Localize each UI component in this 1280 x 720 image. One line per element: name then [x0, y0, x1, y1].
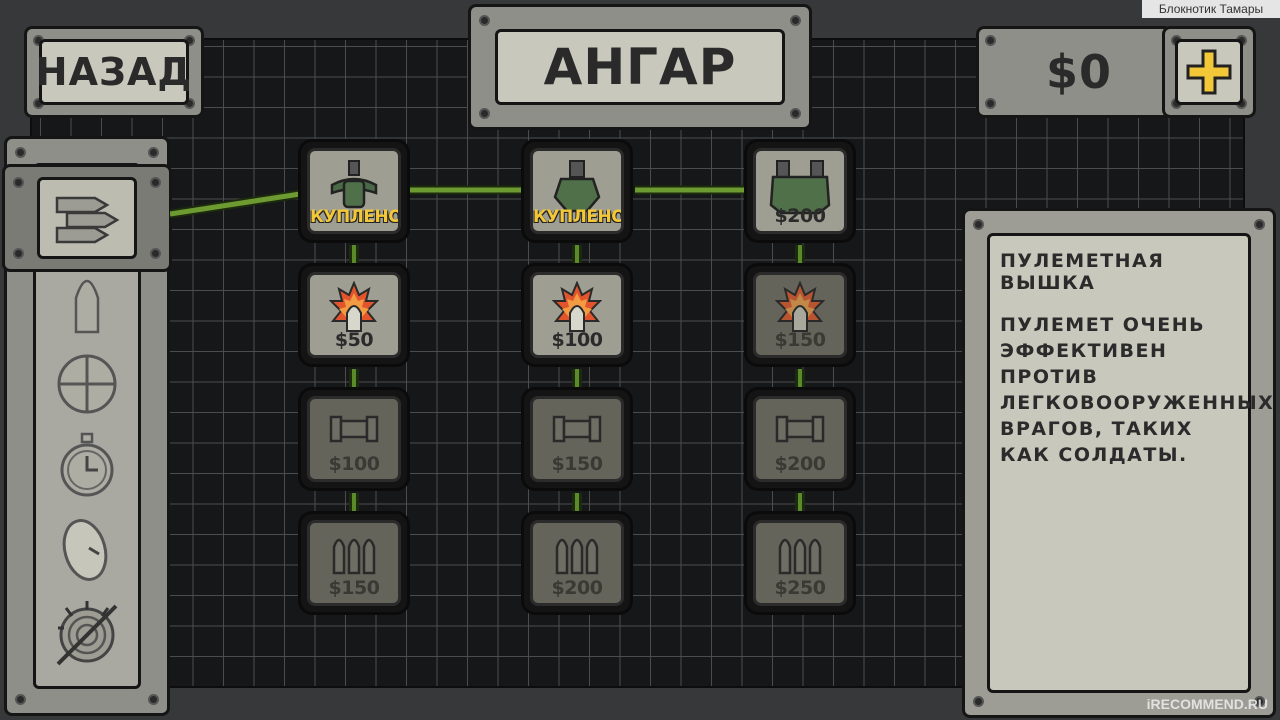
- incendiary-round-icon: [775, 281, 825, 332]
- bullets-icon: [55, 196, 120, 244]
- link-vertical: [572, 369, 582, 387]
- price-label: КУПЛЕНО: [310, 207, 401, 227]
- add-money-button[interactable]: [1162, 26, 1256, 118]
- price-label: $200: [774, 205, 826, 227]
- incendiary-round-icon: [329, 281, 379, 332]
- description-body: ПУЛЕМЕТ ОЧЕНЬ ЭФФЕКТИВЕН ПРОТИВ ЛЕГКОВОО…: [1000, 314, 1275, 466]
- upgrade-turret-2[interactable]: КУПЛЕНО: [521, 139, 633, 243]
- back-button[interactable]: НАЗАД: [24, 26, 204, 118]
- upgrade-fire-2[interactable]: $100: [521, 263, 633, 367]
- ammo-icon: [555, 538, 599, 575]
- price-label: $100: [551, 329, 603, 351]
- price-label: $150: [328, 577, 380, 599]
- tree-connector-main: [170, 185, 745, 218]
- price-label: $50: [334, 329, 374, 351]
- upgrade-fire-1[interactable]: $50: [298, 263, 410, 367]
- description-title: ПУЛЕМЕТНАЯ ВЫШКА: [1000, 250, 1165, 294]
- link-vertical: [795, 369, 805, 387]
- page-title: АНГАР: [543, 38, 737, 96]
- price-label: $100: [328, 453, 380, 475]
- price-label: $250: [774, 577, 826, 599]
- price-label: $200: [551, 577, 603, 599]
- upgrade-turret-1[interactable]: КУПЛЕНО: [298, 139, 410, 243]
- link-vertical: [572, 493, 582, 511]
- stopwatch-icon[interactable]: [58, 432, 116, 500]
- money-panel: $0: [976, 26, 1172, 118]
- barrel-icon: [329, 415, 379, 443]
- upgrade-ammo-2[interactable]: $200: [521, 511, 633, 615]
- ammo-icon: [778, 538, 822, 575]
- mine-radar-icon[interactable]: [52, 598, 122, 668]
- plus-icon: [1186, 49, 1232, 95]
- upgrade-fire-3[interactable]: $150: [744, 263, 856, 367]
- turret-level1-icon: [330, 160, 378, 209]
- price-label: $200: [774, 453, 826, 475]
- shell-icon[interactable]: [72, 270, 102, 336]
- barrel-icon: [552, 415, 602, 443]
- money-value: $0: [1045, 45, 1112, 99]
- link-vertical: [795, 245, 805, 263]
- ammo-icon: [332, 538, 376, 575]
- upgrade-barrel-1[interactable]: $100: [298, 387, 410, 491]
- watermark-top: Блокнотик Тамары: [1142, 0, 1280, 18]
- link-vertical: [795, 493, 805, 511]
- link-vertical: [349, 245, 359, 263]
- link-vertical: [349, 369, 359, 387]
- price-label: $150: [551, 453, 603, 475]
- incendiary-round-icon: [552, 281, 602, 332]
- link-vertical: [349, 493, 359, 511]
- title-panel: АНГАР: [468, 4, 812, 130]
- price-label: КУПЛЕНО: [533, 207, 624, 227]
- upgrade-ammo-1[interactable]: $150: [298, 511, 410, 615]
- description-panel: ПУЛЕМЕТНАЯ ВЫШКА ПУЛЕМЕТ ОЧЕНЬ ЭФФЕКТИВЕ…: [962, 208, 1276, 718]
- back-label: НАЗАД: [35, 50, 193, 94]
- upgrade-ammo-3[interactable]: $250: [744, 511, 856, 615]
- barrel-icon: [775, 415, 825, 443]
- upgrade-turret-3[interactable]: $200: [744, 139, 856, 243]
- link-vertical: [572, 245, 582, 263]
- watermark-bottom: iRECOMMEND.RU: [1146, 696, 1268, 712]
- upgrade-barrel-3[interactable]: $200: [744, 387, 856, 491]
- radar-dish-icon[interactable]: [61, 516, 113, 582]
- price-label: $150: [774, 329, 826, 351]
- category-selected-bullets[interactable]: [2, 164, 172, 272]
- crosshair-icon[interactable]: [55, 352, 119, 416]
- upgrade-barrel-2[interactable]: $150: [521, 387, 633, 491]
